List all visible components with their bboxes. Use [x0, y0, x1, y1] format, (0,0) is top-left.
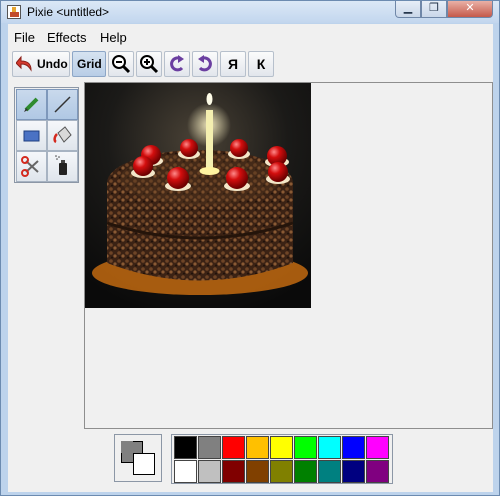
window-title: Pixie <untitled> — [27, 5, 110, 19]
close-button[interactable]: ✕ — [447, 1, 493, 18]
menu-bar: File Effects Help — [8, 26, 493, 48]
palette-color-swatch[interactable] — [294, 460, 317, 483]
background-color[interactable] — [133, 453, 155, 475]
grid-label: Grid — [77, 57, 102, 71]
spray-can-tool[interactable] — [47, 151, 78, 182]
flip-button[interactable]: К — [248, 51, 274, 77]
zoom-in-icon — [140, 55, 159, 74]
pencil-tool[interactable] — [16, 89, 47, 120]
drawing-canvas[interactable] — [84, 82, 493, 429]
palette-color-swatch[interactable] — [246, 460, 269, 483]
fill-bucket-icon — [53, 126, 72, 144]
palette-color-swatch[interactable] — [174, 436, 197, 459]
palette-color-swatch[interactable] — [174, 460, 197, 483]
rotate-right-icon — [198, 55, 212, 72]
flip-icon: К — [256, 56, 266, 72]
line-tool[interactable] — [47, 89, 78, 120]
menu-file[interactable]: File — [14, 30, 35, 45]
undo-icon — [16, 55, 32, 72]
title-bar[interactable]: Pixie <untitled> ▁ ❐ ✕ — [1, 1, 499, 23]
undo-button[interactable]: Undo — [12, 51, 70, 77]
palette-color-swatch[interactable] — [198, 436, 221, 459]
minimize-button[interactable]: ▁ — [395, 1, 421, 18]
mirror-button[interactable]: Я — [220, 51, 246, 77]
palette-color-swatch[interactable] — [246, 436, 269, 459]
rectangle-tool[interactable] — [16, 120, 47, 151]
cake-image — [85, 83, 311, 308]
mirror-icon: Я — [227, 56, 239, 72]
palette-color-swatch[interactable] — [318, 436, 341, 459]
rotate-right-button[interactable] — [192, 51, 218, 77]
zoom-out-button[interactable] — [108, 51, 134, 77]
line-icon — [54, 96, 71, 113]
zoom-in-button[interactable] — [136, 51, 162, 77]
palette-color-swatch[interactable] — [366, 436, 389, 459]
palette-color-swatch[interactable] — [270, 460, 293, 483]
current-colors[interactable] — [114, 434, 162, 482]
palette-color-swatch[interactable] — [198, 460, 221, 483]
rotate-left-icon — [170, 55, 184, 72]
menu-help[interactable]: Help — [100, 30, 127, 45]
scissors-tool[interactable] — [16, 151, 47, 182]
grid-toggle-button[interactable]: Grid — [72, 51, 106, 77]
palette-color-swatch[interactable] — [318, 460, 341, 483]
palette-color-swatch[interactable] — [342, 436, 365, 459]
palette-color-swatch[interactable] — [222, 460, 245, 483]
app-window: Pixie <untitled> ▁ ❐ ✕ File Effects Help… — [0, 0, 500, 496]
toolbar: Undo Grid Я К — [8, 50, 493, 78]
palette-color-swatch[interactable] — [342, 460, 365, 483]
undo-label: Undo — [37, 57, 68, 71]
minimize-icon: ▁ — [403, 2, 413, 14]
spray-can-icon — [55, 155, 67, 175]
maximize-button[interactable]: ❐ — [421, 1, 447, 18]
cake-picture — [85, 83, 311, 308]
palette-color-swatch[interactable] — [270, 436, 293, 459]
palette-color-swatch[interactable] — [294, 436, 317, 459]
client-area: File Effects Help Undo Grid Я К — [8, 24, 493, 492]
scissors-icon — [21, 156, 39, 177]
menu-effects[interactable]: Effects — [47, 30, 87, 45]
zoom-out-icon — [112, 55, 131, 74]
foreground-color-overlay — [121, 441, 133, 453]
palette-color-swatch[interactable] — [366, 460, 389, 483]
rotate-left-button[interactable] — [164, 51, 190, 77]
palette-color-swatch[interactable] — [222, 436, 245, 459]
close-icon: ✕ — [465, 2, 475, 14]
fill-bucket-tool[interactable] — [47, 120, 78, 151]
pencil-icon — [24, 97, 39, 112]
tool-palette — [14, 87, 79, 183]
maximize-icon: ❐ — [429, 2, 439, 14]
color-palette — [171, 434, 393, 484]
rectangle-icon — [23, 130, 40, 142]
app-icon — [7, 5, 21, 19]
